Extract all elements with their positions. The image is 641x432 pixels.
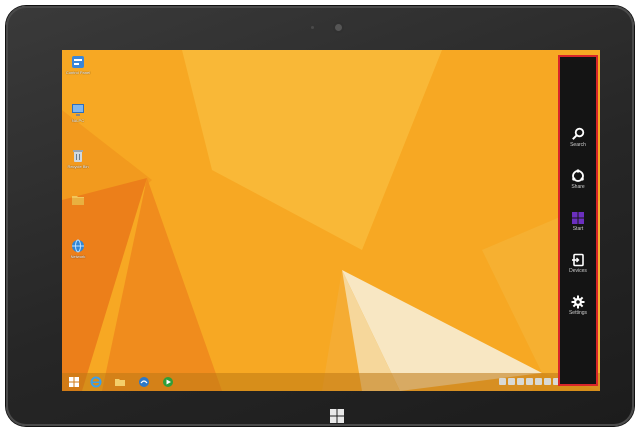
recycle-bin-icon xyxy=(73,150,83,162)
tray-icon[interactable] xyxy=(508,378,515,385)
charm-label: Settings xyxy=(568,310,588,316)
desktop-icon-folder[interactable] xyxy=(62,192,94,208)
charm-label: Search xyxy=(570,142,586,148)
charm-share[interactable]: Share xyxy=(560,169,596,191)
file-explorer-icon xyxy=(115,379,125,386)
taskbar-start-button[interactable] xyxy=(68,376,80,388)
network-icon xyxy=(72,239,84,253)
desktop-icon-label: NA.PC xyxy=(71,118,85,123)
desktop-icon-label: Control Panel xyxy=(65,70,91,75)
media-player-icon xyxy=(163,377,173,387)
tray-icon[interactable] xyxy=(544,378,551,385)
charm-label: Share xyxy=(571,184,585,190)
settings-gear-icon xyxy=(571,295,585,309)
taskbar-media-player[interactable] xyxy=(162,376,174,388)
control-panel-icon xyxy=(72,56,84,68)
taskbar xyxy=(62,373,600,391)
windows-home-button[interactable] xyxy=(329,408,345,424)
desktop-wallpaper xyxy=(62,50,600,391)
windows-logo-icon xyxy=(571,211,585,225)
charm-start[interactable]: Start xyxy=(560,211,596,233)
share-icon xyxy=(571,169,585,183)
desktop-icon-control-panel[interactable]: Control Panel xyxy=(62,54,94,75)
charm-label: Start xyxy=(572,226,584,232)
desktop-icon-network[interactable]: Network xyxy=(62,238,94,259)
front-camera xyxy=(335,24,342,31)
desktop-screen: Control Panel NA.PC Recycle Bin Network xyxy=(62,50,600,391)
charm-label: Devices xyxy=(569,268,587,274)
tray-icon[interactable] xyxy=(526,378,533,385)
taskbar-internet-explorer[interactable] xyxy=(90,376,102,388)
desktop-icon-label: Network xyxy=(70,254,86,259)
devices-icon xyxy=(571,253,585,267)
desktop-icon-computer[interactable]: NA.PC xyxy=(62,102,94,123)
charm-settings[interactable]: Settings xyxy=(560,295,596,317)
computer-icon xyxy=(72,104,84,116)
tray-icon[interactable] xyxy=(499,378,506,385)
charm-search[interactable]: Search xyxy=(560,127,596,149)
light-sensor xyxy=(311,26,314,29)
windows-logo-icon xyxy=(330,409,344,423)
start-icon xyxy=(69,377,79,387)
charm-devices[interactable]: Devices xyxy=(560,253,596,275)
tray-icon[interactable] xyxy=(535,378,542,385)
tray-icon[interactable] xyxy=(517,378,524,385)
desktop-icon-recycle-bin[interactable]: Recycle Bin xyxy=(62,148,94,169)
folder-icon xyxy=(72,196,84,205)
tray-icon[interactable] xyxy=(553,378,560,385)
taskbar-file-explorer[interactable] xyxy=(114,376,126,388)
store-icon xyxy=(139,377,149,387)
internet-explorer-icon xyxy=(90,376,102,388)
desktop-icon-label: Recycle Bin xyxy=(67,164,89,169)
search-icon xyxy=(571,127,585,141)
taskbar-store[interactable] xyxy=(138,376,150,388)
system-tray[interactable] xyxy=(499,378,560,386)
charms-bar: Search Share Start Devices Settings xyxy=(558,55,598,386)
